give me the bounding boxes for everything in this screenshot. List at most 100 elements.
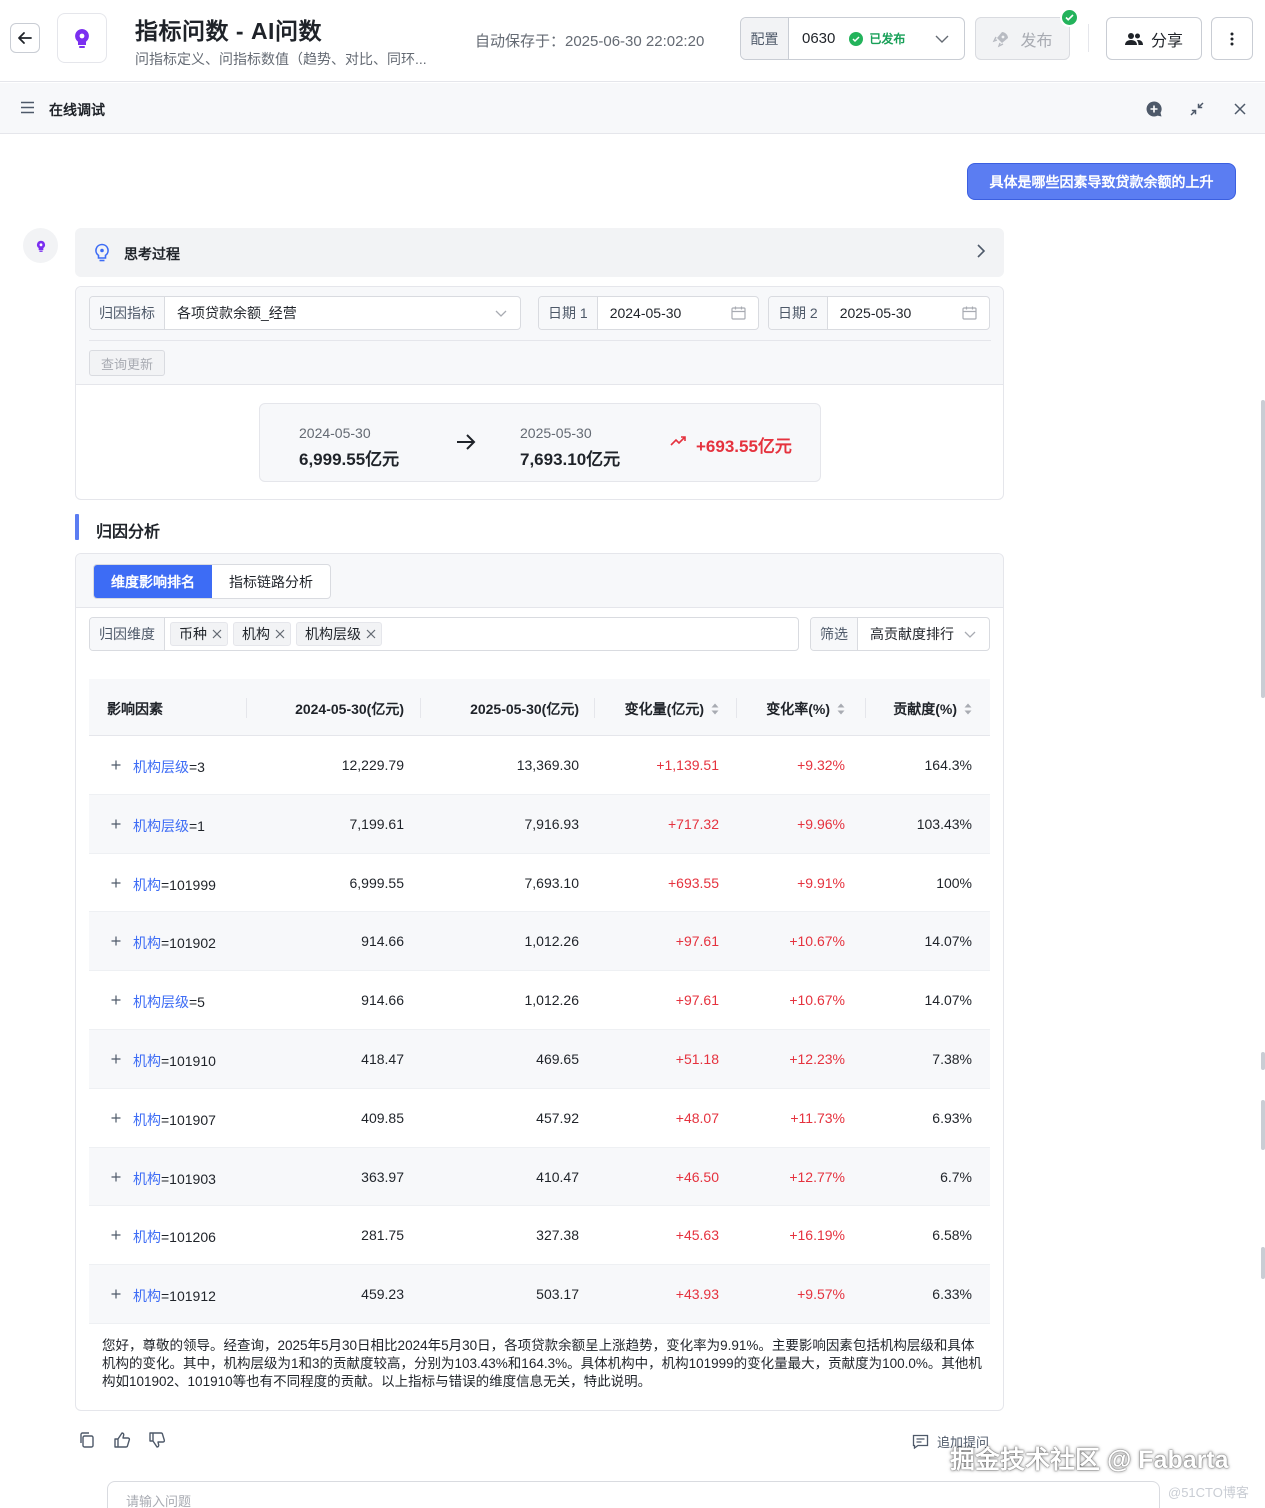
scrollbar-thumb[interactable] (1261, 1100, 1265, 1150)
value-date1-cell: 914.66 (361, 992, 404, 1009)
comment-icon (912, 1434, 929, 1449)
delta-cell: +693.55 (668, 874, 719, 891)
refresh-query-button[interactable]: 查询更新 (89, 350, 165, 376)
expand-icon[interactable] (108, 757, 124, 773)
config-version-select[interactable]: 配置 0630 已发布 (740, 17, 965, 60)
menu-icon[interactable] (20, 101, 35, 114)
query-card: 归因指标 各项贷款余额_经营 日期 1 2024-05-30 日期 2 2025… (75, 286, 1004, 500)
delta-cell: +45.63 (675, 1227, 719, 1244)
scrollbar-thumb[interactable] (1261, 400, 1265, 698)
value-date1-cell: 363.97 (361, 1168, 404, 1185)
expand-icon[interactable] (108, 933, 124, 949)
header-divider (1088, 24, 1089, 52)
contribution-cell: 6.93% (932, 1109, 972, 1126)
back-button[interactable] (10, 23, 40, 53)
app-logo (57, 13, 107, 63)
value-date2-cell: 7,693.10 (524, 874, 580, 891)
factor-dimension[interactable]: 机构 (133, 1229, 161, 1245)
config-version: 0630 (802, 30, 836, 47)
brain-bulb-icon (75, 29, 89, 48)
close-icon[interactable] (212, 629, 222, 639)
question-input-box[interactable] (107, 1481, 1160, 1508)
value-date2-cell: 13,369.30 (516, 757, 579, 773)
answer-summary-text: 您好，尊敬的领导。经查询，2025年5月30日相比2024年5月30日，各项贷款… (102, 1338, 982, 1389)
tab-metric-chain[interactable]: 指标链路分析 (212, 565, 330, 598)
autosave-status: 自动保存于：2025-06-30 22:02:20 (475, 33, 705, 50)
rate-cell: +9.96% (797, 815, 845, 832)
expand-icon[interactable] (108, 1110, 124, 1126)
value-date1-cell: 6,999.55 (349, 874, 405, 891)
more-options-button[interactable] (1211, 17, 1253, 60)
check-circle-icon (849, 31, 864, 46)
column-separator (594, 698, 595, 718)
thinking-process-toggle[interactable]: 思考过程 (75, 228, 1004, 277)
filter-select[interactable]: 筛选 高贡献度排行 (810, 617, 990, 651)
analysis-tabs: 维度影响排名 指标链路分析 (93, 564, 331, 599)
expand-icon[interactable] (108, 1227, 124, 1243)
more-vertical-icon (1230, 32, 1234, 45)
panel-title: 在线调试 (49, 102, 105, 118)
dimension-multiselect[interactable]: 归因维度 币种 机构 机构层级 (89, 617, 799, 651)
close-icon[interactable] (275, 629, 285, 639)
table-row: 机构=101903 363.97 410.47 +46.50 +12.77% 6.7% (89, 1147, 990, 1207)
thumbs-down-icon[interactable] (148, 1431, 166, 1449)
expand-icon[interactable] (108, 992, 124, 1008)
table-row: 机构层级=3 12,229.79 13,369.30 +1,139.51 +9.32% 1… (89, 736, 990, 795)
date2-label: 日期 2 (769, 297, 828, 329)
factor-dimension[interactable]: 机构 (133, 1171, 161, 1187)
col-contribution[interactable]: 贡献度(%) (893, 699, 972, 719)
factor-dimension[interactable]: 机构 (133, 1053, 161, 1069)
thumbs-up-icon[interactable] (113, 1431, 131, 1449)
close-panel-button[interactable] (1230, 99, 1250, 119)
col-rate-label: 变化率(%) (766, 701, 830, 717)
published-status-label: 已发布 (869, 32, 906, 46)
chevron-down-icon (964, 631, 976, 638)
arrow-right-icon (457, 434, 476, 450)
calendar-icon (731, 306, 746, 320)
table-row: 机构=101907 409.85 457.92 +48.07 +11.73% 6.93% (89, 1089, 990, 1148)
factor-dimension[interactable]: 机构层级 (133, 818, 189, 834)
check-circle-icon (1060, 8, 1079, 27)
factor-dimension[interactable]: 机构 (133, 877, 161, 893)
share-button[interactable]: 分享 (1106, 17, 1202, 60)
factor-cell: 机构层级=3 (133, 757, 205, 777)
value-date2-cell: 469.65 (536, 1050, 579, 1067)
expand-icon[interactable] (108, 1169, 124, 1185)
expand-icon[interactable] (108, 1051, 124, 1067)
delta-cell: +43.93 (675, 1286, 719, 1303)
expand-icon[interactable] (108, 816, 124, 832)
factor-dimension[interactable]: 机构 (133, 935, 161, 951)
scrollbar-thumb[interactable] (1261, 1247, 1265, 1279)
expand-icon[interactable] (108, 1286, 124, 1302)
top-header: 指标问数 - AI问数 问指标定义、问指标数值（趋势、对比、同环... 自动保存… (0, 0, 1265, 82)
delta-value: +693.55亿元 (696, 437, 792, 456)
expand-icon[interactable] (108, 875, 124, 891)
collapse-button[interactable] (1187, 99, 1207, 119)
col-rate[interactable]: 变化率(%) (766, 699, 845, 719)
app-title: 指标问数 - AI问数 (135, 18, 322, 44)
chevron-right-icon (977, 244, 986, 258)
question-input[interactable] (126, 1494, 1026, 1508)
factor-dimension[interactable]: 机构 (133, 1112, 161, 1128)
factor-dimension[interactable]: 机构层级 (133, 759, 189, 775)
scrollbar-thumb[interactable] (1261, 1052, 1265, 1070)
factor-dimension[interactable]: 机构 (133, 1288, 161, 1304)
col-delta[interactable]: 变化量(亿元) (625, 699, 719, 719)
factor-value: =101902 (161, 935, 216, 952)
arrow-left-icon (18, 32, 32, 44)
date2-picker[interactable]: 日期 2 2025-05-30 (768, 296, 990, 330)
value-date1-cell: 409.85 (361, 1109, 404, 1126)
tab-dimension-ranking[interactable]: 维度影响排名 (94, 565, 212, 598)
publish-button[interactable]: 发布 (975, 17, 1070, 60)
factor-value: =101907 (161, 1111, 216, 1128)
close-icon[interactable] (366, 629, 376, 639)
new-chat-button[interactable] (1144, 99, 1164, 119)
thinking-title: 思考过程 (124, 246, 180, 262)
table-row: 机构=101999 6,999.55 7,693.10 +693.55 +9.91% 10… (89, 854, 990, 913)
copy-icon[interactable] (78, 1431, 96, 1449)
date1-picker[interactable]: 日期 1 2024-05-30 (538, 296, 759, 330)
value-date1-cell: 459.23 (361, 1286, 404, 1303)
factor-dimension[interactable]: 机构层级 (133, 994, 189, 1010)
metric-select[interactable]: 归因指标 各项贷款余额_经营 (89, 296, 521, 330)
value-date2-cell: 457.92 (536, 1109, 579, 1126)
